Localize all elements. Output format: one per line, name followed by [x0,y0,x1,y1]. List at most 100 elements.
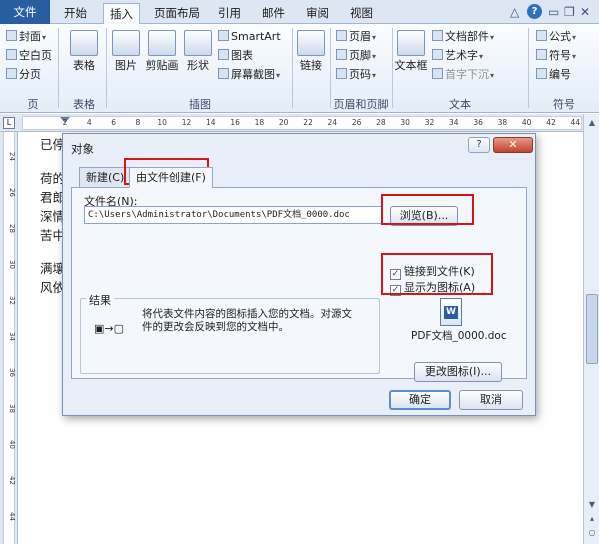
table-group-label: 表格 [73,98,95,111]
cancel-button[interactable]: 取消 [459,390,523,410]
vertical-ruler-tick-label: 42 [8,476,16,485]
ribbon-collapse-icon[interactable]: △ [510,5,519,19]
scroll-up-icon[interactable]: ▲ [585,116,599,130]
ok-button[interactable]: 确定 [389,390,451,410]
cover-page-label: 封面 [19,30,41,43]
quickparts-icon [432,30,443,41]
tab-create-new[interactable]: 新建(C) [79,167,132,187]
page-number-label: 页码 [349,68,371,81]
scroll-thumb[interactable] [586,294,598,364]
textbox-button[interactable]: 文本框 [394,30,428,73]
tab-selector[interactable]: L [3,117,15,129]
tab-insert[interactable]: 插入 [103,3,140,25]
ruler-tick-label: 6 [111,118,116,127]
symbols-group-label: 符号 [553,98,575,111]
ruler-tick-label: 16 [230,118,240,127]
tab-references[interactable]: 引用 [212,3,247,24]
link-button[interactable]: 链接 [296,30,326,73]
cover-page-button[interactable]: 封面▾ [6,30,46,45]
clipart-label: 剪贴画 [145,59,179,72]
result-description: 将代表文件内容的图标插入您的文档。对源文件的更改会反映到您的文档中。 [142,308,352,333]
screenshot-button[interactable]: 屏幕截图▾ [218,68,280,83]
display-as-icon-label: 显示为图标(A) [404,281,476,294]
table-button[interactable]: 表格 [66,30,102,73]
ruler-tick-label: 8 [135,118,141,127]
dropcap-button[interactable]: 首字下沉▾ [432,68,494,83]
previous-page-icon[interactable]: ▴ [585,512,599,526]
browse-object-icon[interactable]: ○ [585,526,599,540]
ruler-tick-label: 18 [254,118,265,127]
ruler-tick-label: 42 [546,118,556,127]
tab-file[interactable]: 文件 [0,0,50,24]
dropcap-label: 首字下沉 [445,68,489,81]
smartart-button[interactable]: SmartArt [218,30,281,44]
wordart-label: 艺术字 [445,49,478,62]
dialog-close-button[interactable]: ✕ [493,137,533,153]
picture-button[interactable]: 图片 [110,30,142,73]
tab-page-layout[interactable]: 页面布局 [148,3,206,24]
symbol-button[interactable]: 符号▾ [536,49,576,64]
change-icon-button[interactable]: 更改图标(I)... [414,362,502,382]
restore-icon[interactable]: ❐ [564,5,575,19]
blank-page-label: 空白页 [19,49,52,62]
tab-view[interactable]: 视图 [344,3,379,24]
ruler-tick-label: 28 [376,118,386,127]
link-to-file-checkbox[interactable]: ✓ 链接到文件(K) [390,263,475,280]
vertical-ruler-tick-label: 26 [8,188,16,197]
quickparts-button[interactable]: 文档部件▾ [432,30,494,45]
document-preview-icon: W [440,298,462,326]
wordart-button[interactable]: 艺术字▾ [432,49,483,64]
number-icon [536,68,547,79]
number-button[interactable]: 编号 [536,68,571,82]
browse-button[interactable]: 浏览(B)... [390,206,458,226]
group-divider [392,28,393,108]
shapes-label: 形状 [187,59,209,72]
display-as-icon-checkbox[interactable]: ✓ 显示为图标(A) [390,279,475,296]
ruler-track[interactable]: 2 4 6 8 10 12 14 16 18 20 22 24 26 28 30 32 34 36 38 40 42 44 [22,116,582,130]
vertical-scrollbar[interactable]: ▲ ▼ ▴ ○ [583,114,599,544]
text-group-label: 文本 [449,98,471,111]
tab-mailings[interactable]: 邮件 [256,3,291,24]
dialog-help-button[interactable]: ? [468,137,490,153]
shapes-button[interactable]: 形状 [182,30,214,73]
word-doc-icon: W [444,306,458,319]
vertical-ruler-tick-label: 44 [8,512,16,521]
header-button[interactable]: 页眉▾ [336,30,376,45]
textbox-icon [397,30,425,56]
scroll-down-icon[interactable]: ▼ [585,498,599,512]
page-break-label: 分页 [19,68,41,81]
footer-button[interactable]: 页脚▾ [336,49,376,64]
help-icon[interactable]: ? [527,4,542,19]
checkbox-check-icon: ✓ [390,285,401,296]
cover-page-icon [6,30,17,41]
file-name-input[interactable]: C:\Users\Administrator\Documents\PDF文档_0… [84,206,382,224]
shapes-icon [184,30,212,56]
picture-label: 图片 [115,59,137,72]
tab-home[interactable]: 开始 [58,3,93,24]
page-break-icon [6,68,17,79]
tab-create-from-file[interactable]: 由文件创建(F) [129,167,213,188]
page-number-icon [336,68,347,79]
group-divider [106,28,107,108]
header-footer-group-label: 页眉和页脚 [333,98,389,111]
ruler-tick-label: 10 [157,118,167,127]
close-icon[interactable]: ✕ [580,5,590,19]
ribbon-tab-bar: 文件 开始 插入 页面布局 引用 邮件 审阅 视图 △ ? ▭ ❐ ✕ [0,0,599,25]
pages-group-label: 页 [27,98,39,111]
page-break-button[interactable]: 分页 [6,68,41,82]
preview-caption: PDF文档_0000.doc [411,330,507,342]
vertical-ruler-tick-label: 28 [8,224,16,233]
page-number-button[interactable]: 页码▾ [336,68,376,83]
minimize-icon[interactable]: ▭ [548,5,559,19]
tab-review[interactable]: 审阅 [300,3,335,24]
equation-button[interactable]: 公式▾ [536,30,576,45]
textbox-label: 文本框 [394,59,428,72]
ruler-tick-label: 26 [351,118,362,127]
screenshot-icon [218,68,229,79]
blank-page-button[interactable]: 空白页 [6,49,52,63]
create-from-file-panel: 文件名(N): C:\Users\Administrator\Documents… [71,187,527,382]
vertical-ruler-tick-label: 32 [8,296,16,305]
ruler-tick-label: 40 [521,118,532,127]
chart-button[interactable]: 图表 [218,49,253,63]
clipart-button[interactable]: 剪贴画 [144,30,180,73]
